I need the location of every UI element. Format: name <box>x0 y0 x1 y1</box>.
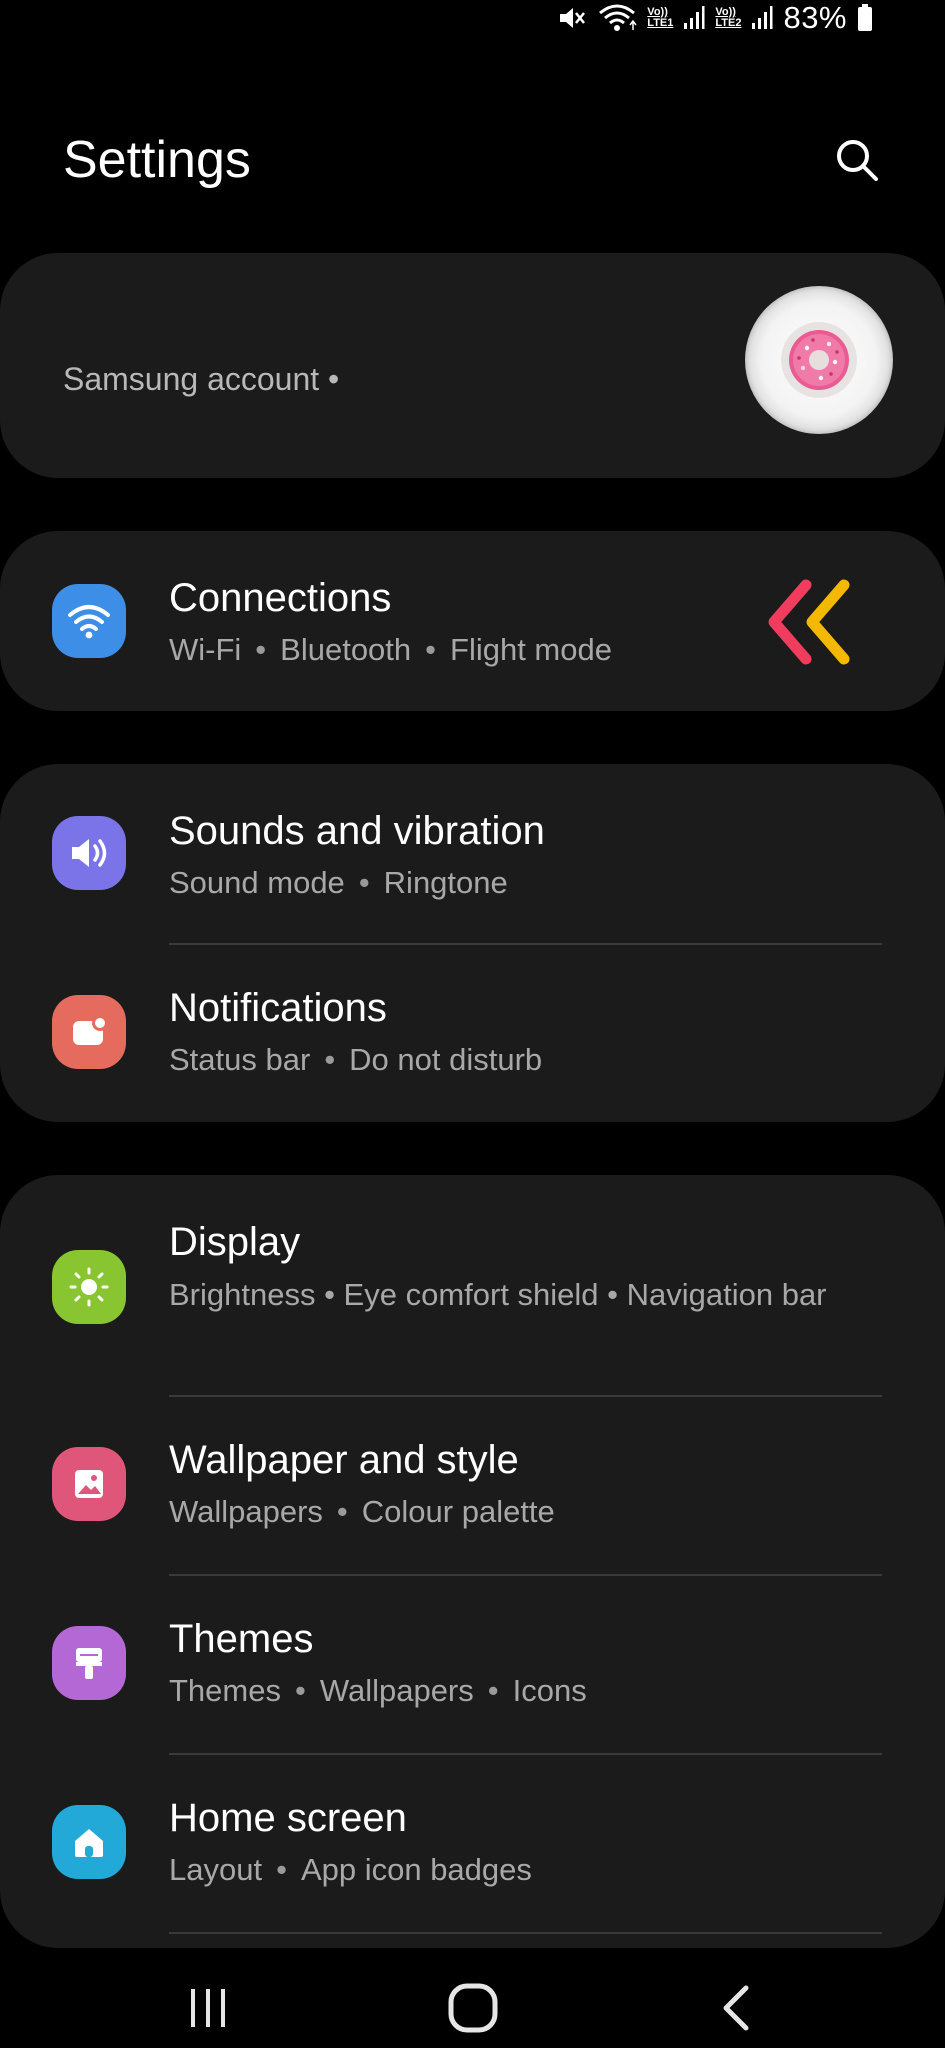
settings-item-sounds[interactable]: Sounds and vibration Sound mode • Ringtone <box>0 764 945 944</box>
display-icon-tile <box>52 1250 126 1324</box>
search-icon <box>837 140 878 181</box>
settings-item-notifications[interactable]: Notifications Status bar • Do not disturb <box>0 943 945 1123</box>
settings-item-display[interactable]: Display Brightness • Eye comfort shield … <box>0 1175 945 1395</box>
settings-item-subtitle: Wallpapers • Colour palette <box>169 1494 555 1529</box>
home-icon <box>75 1829 103 1857</box>
wifi-icon <box>68 605 110 639</box>
settings-item-subtitle: Layout • App icon badges <box>169 1852 532 1887</box>
header: Settings <box>63 130 885 190</box>
divider <box>169 1932 882 1934</box>
brightness-icon <box>69 1267 109 1307</box>
connections-icon-tile <box>52 584 126 658</box>
settings-item-themes[interactable]: Themes Themes • Wallpapers • Icons <box>0 1574 945 1754</box>
settings-item-wallpaper[interactable]: Wallpaper and style Wallpapers • Colour pa… <box>0 1395 945 1575</box>
home-screen-icon-tile <box>52 1805 126 1879</box>
themes-icon-tile <box>52 1626 126 1700</box>
navigation-bar <box>0 1958 945 2048</box>
recents-icon <box>191 1989 225 2027</box>
settings-item-title: Wallpaper and style <box>169 1438 519 1482</box>
back-button[interactable] <box>707 1978 767 2038</box>
settings-item-subtitle: Themes • Wallpapers • Icons <box>169 1673 587 1708</box>
settings-item-title: Notifications <box>169 986 387 1030</box>
wallpaper-icon <box>75 1470 103 1498</box>
settings-item-title: Home screen <box>169 1796 407 1840</box>
search-button[interactable] <box>829 132 885 188</box>
sounds-icon-tile <box>52 816 126 890</box>
settings-item-connections[interactable]: Connections Wi-Fi • Bluetooth • Flight mode <box>0 531 945 711</box>
samsung-account-label: Samsung account • <box>63 361 340 397</box>
wifi-icon <box>597 3 637 33</box>
wallpaper-icon-tile <box>52 1447 126 1521</box>
recents-button[interactable] <box>178 1978 238 2038</box>
status-bar: Vo)) LTE1 Vo)) LTE2 83% <box>413 0 945 36</box>
double-chevron-left-icon <box>766 579 856 670</box>
notification-icon <box>73 1015 108 1045</box>
notifications-icon-tile <box>52 995 126 1069</box>
settings-item-title: Themes <box>169 1617 314 1661</box>
signal-icon <box>751 5 773 31</box>
settings-item-title: Sounds and vibration <box>169 809 545 853</box>
page-title: Settings <box>63 131 251 189</box>
home-button-icon <box>448 1983 498 2033</box>
home-button[interactable] <box>443 1978 503 2038</box>
speaker-icon <box>72 839 107 867</box>
donut-image <box>781 322 857 398</box>
network-label-2: Vo)) LTE2 <box>715 6 742 29</box>
mute-icon <box>557 3 587 33</box>
settings-item-home-screen[interactable]: Home screen Layout • App icon badges <box>0 1753 945 1933</box>
avatar[interactable] <box>745 286 893 434</box>
back-icon <box>723 1985 749 2031</box>
battery-icon <box>857 4 873 32</box>
network-label-1: Vo)) LTE1 <box>647 6 674 29</box>
settings-item-subtitle: Status bar • Do not disturb <box>169 1042 543 1077</box>
settings-item-subtitle: Brightness • Eye comfort shield • Naviga… <box>169 1277 827 1312</box>
themes-icon <box>76 1648 102 1679</box>
settings-item-title: Display <box>169 1220 301 1264</box>
settings-item-title: Connections <box>169 576 392 620</box>
settings-item-subtitle: Sound mode • Ringtone <box>169 865 508 900</box>
battery-percentage: 83% <box>783 0 847 35</box>
signal-icon <box>683 5 705 31</box>
